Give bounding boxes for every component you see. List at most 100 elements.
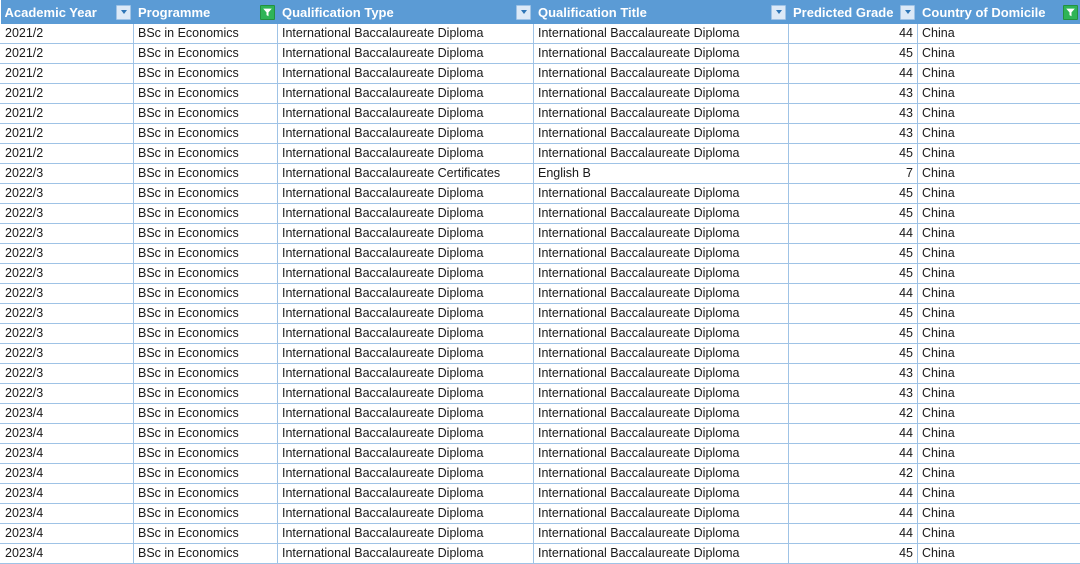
table-row[interactable]: 2023/4BSc in EconomicsInternational Bacc… [1,484,1080,504]
table-row[interactable]: 2022/3BSc in EconomicsInternational Bacc… [1,244,1080,264]
table-cell[interactable]: International Baccalaureate Diploma [534,364,789,384]
table-cell[interactable]: 44 [789,284,918,304]
table-row[interactable]: 2023/4BSc in EconomicsInternational Bacc… [1,404,1080,424]
table-row[interactable]: 2021/2BSc in Economics International Bacc… [1,84,1080,104]
table-cell[interactable]: BSc in Economics [134,84,278,104]
table-cell[interactable]: BSc in Economics [134,64,278,84]
table-cell[interactable]: BSc in Economics [134,224,278,244]
table-cell[interactable]: International Baccalaureate Diploma [278,384,534,404]
table-cell[interactable]: International Baccalaureate Diploma [278,64,534,84]
table-cell[interactable]: 7 [789,164,918,184]
column-header-academic-year[interactable]: Academic Year [1,0,134,24]
table-cell[interactable]: BSc in Economics [134,104,278,124]
column-header-qualification-title[interactable]: Qualification Title [534,0,789,24]
table-cell[interactable]: International Baccalaureate Diploma [534,324,789,344]
table-cell[interactable]: China [918,124,1080,144]
table-cell[interactable]: 45 [789,144,918,164]
table-cell[interactable]: International Baccalaureate Diploma [534,544,789,564]
table-cell[interactable]: 2022/3 [1,284,134,304]
table-cell[interactable]: International Baccalaureate Diploma [534,124,789,144]
table-row[interactable]: 2023/4BSc in EconomicsInternational Bacc… [1,464,1080,484]
table-cell[interactable]: 44 [789,524,918,544]
table-cell[interactable]: International Baccalaureate Diploma [534,464,789,484]
table-cell[interactable]: International Baccalaureate Diploma [278,104,534,124]
column-header-qualification-type[interactable]: Qualification Type [278,0,534,24]
table-cell[interactable]: 43 [789,384,918,404]
table-cell[interactable]: International Baccalaureate Diploma [534,184,789,204]
table-cell[interactable]: International Baccalaureate Diploma [278,544,534,564]
table-cell[interactable]: 45 [789,544,918,564]
table-cell[interactable]: BSc in Economics [134,504,278,524]
table-row[interactable]: 2022/3BSc in EconomicsInternational Bacc… [1,304,1080,324]
table-cell[interactable]: International Baccalaureate Diploma [534,384,789,404]
table-cell[interactable]: 2022/3 [1,324,134,344]
table-cell[interactable]: International Baccalaureate Diploma [278,404,534,424]
table-cell[interactable]: BSc in Economics [134,544,278,564]
table-cell[interactable]: BSc in Economics [134,384,278,404]
table-row[interactable]: 2021/2BSc in EconomicsInternational Bacc… [1,144,1080,164]
table-cell[interactable]: 2021/2 [1,84,134,104]
table-cell[interactable]: International Baccalaureate Diploma [534,284,789,304]
table-cell[interactable]: 42 [789,464,918,484]
table-cell[interactable]: BSc in Economics [134,304,278,324]
table-cell[interactable]: BSc in Economics [134,284,278,304]
table-cell[interactable]: International Baccalaureate Diploma [278,244,534,264]
table-cell[interactable]: China [918,64,1080,84]
table-cell[interactable]: International Baccalaureate Diploma [278,344,534,364]
table-cell[interactable]: BSc in Economics [134,324,278,344]
table-cell[interactable]: 2023/4 [1,404,134,424]
column-header-country-of-domicile[interactable]: Country of Domicile [918,0,1080,24]
table-cell[interactable]: China [918,444,1080,464]
table-cell[interactable]: 44 [789,224,918,244]
table-cell[interactable]: BSc in Economics [134,464,278,484]
table-cell[interactable]: China [918,504,1080,524]
table-cell[interactable]: 43 [789,124,918,144]
table-cell[interactable]: International Baccalaureate Diploma [278,224,534,244]
table-cell[interactable]: BSc in Economics [134,184,278,204]
table-cell[interactable]: 2022/3 [1,184,134,204]
table-cell[interactable]: 44 [789,504,918,524]
table-cell[interactable]: 2023/4 [1,544,134,564]
table-cell[interactable]: 2021/2 [1,104,134,124]
table-cell[interactable]: International Baccalaureate Diploma [534,64,789,84]
table-cell[interactable]: 45 [789,324,918,344]
table-cell[interactable]: 2021/2 [1,64,134,84]
table-cell[interactable]: BSc in Economics [134,44,278,64]
table-cell[interactable]: China [918,284,1080,304]
table-cell[interactable]: 2022/3 [1,264,134,284]
filter-active-icon[interactable] [260,5,275,20]
table-cell[interactable]: China [918,404,1080,424]
table-row[interactable]: 2023/4BSc in EconomicsInternational Bacc… [1,424,1080,444]
table-cell[interactable]: 44 [789,484,918,504]
table-row[interactable]: 2023/4BSc in EconomicsInternational Bacc… [1,524,1080,544]
table-cell[interactable]: 45 [789,204,918,224]
table-cell[interactable]: BSc in Economics [134,144,278,164]
table-row[interactable]: 2021/2BSc in EconomicsInternational Bacc… [1,24,1080,44]
table-cell[interactable]: International Baccalaureate Diploma [278,444,534,464]
table-cell[interactable]: 2021/2 [1,24,134,44]
table-cell[interactable]: BSc in Economics [134,124,278,144]
table-cell[interactable]: China [918,184,1080,204]
table-cell[interactable]: International Baccalaureate Diploma [278,284,534,304]
table-cell[interactable]: BSc in Economics [134,444,278,464]
column-header-predicted-grade[interactable]: Predicted Grade [789,0,918,24]
chevron-down-icon[interactable] [116,5,131,20]
table-cell[interactable]: China [918,24,1080,44]
table-cell[interactable]: 44 [789,444,918,464]
table-cell[interactable]: BSc in Economics [134,424,278,444]
table-row[interactable]: 2023/4BSc in EconomicsInternational Bacc… [1,504,1080,524]
table-cell[interactable]: China [918,264,1080,284]
table-cell[interactable]: China [918,464,1080,484]
table-row[interactable]: 2022/3BSc in EconomicsInternational Bacc… [1,164,1080,184]
table-cell[interactable]: International Baccalaureate Diploma [534,404,789,424]
table-cell[interactable]: 2023/4 [1,444,134,464]
table-cell[interactable]: 44 [789,24,918,44]
table-cell[interactable]: International Baccalaureate Diploma [278,204,534,224]
table-cell[interactable]: 43 [789,104,918,124]
table-row[interactable]: 2021/2BSc in EconomicsInternational Bacc… [1,124,1080,144]
table-cell[interactable]: International Baccalaureate Diploma [278,304,534,324]
table-cell[interactable]: International Baccalaureate Diploma [278,44,534,64]
chevron-down-icon[interactable] [516,5,531,20]
table-cell[interactable]: China [918,364,1080,384]
table-cell[interactable]: International Baccalaureate Diploma [534,84,789,104]
